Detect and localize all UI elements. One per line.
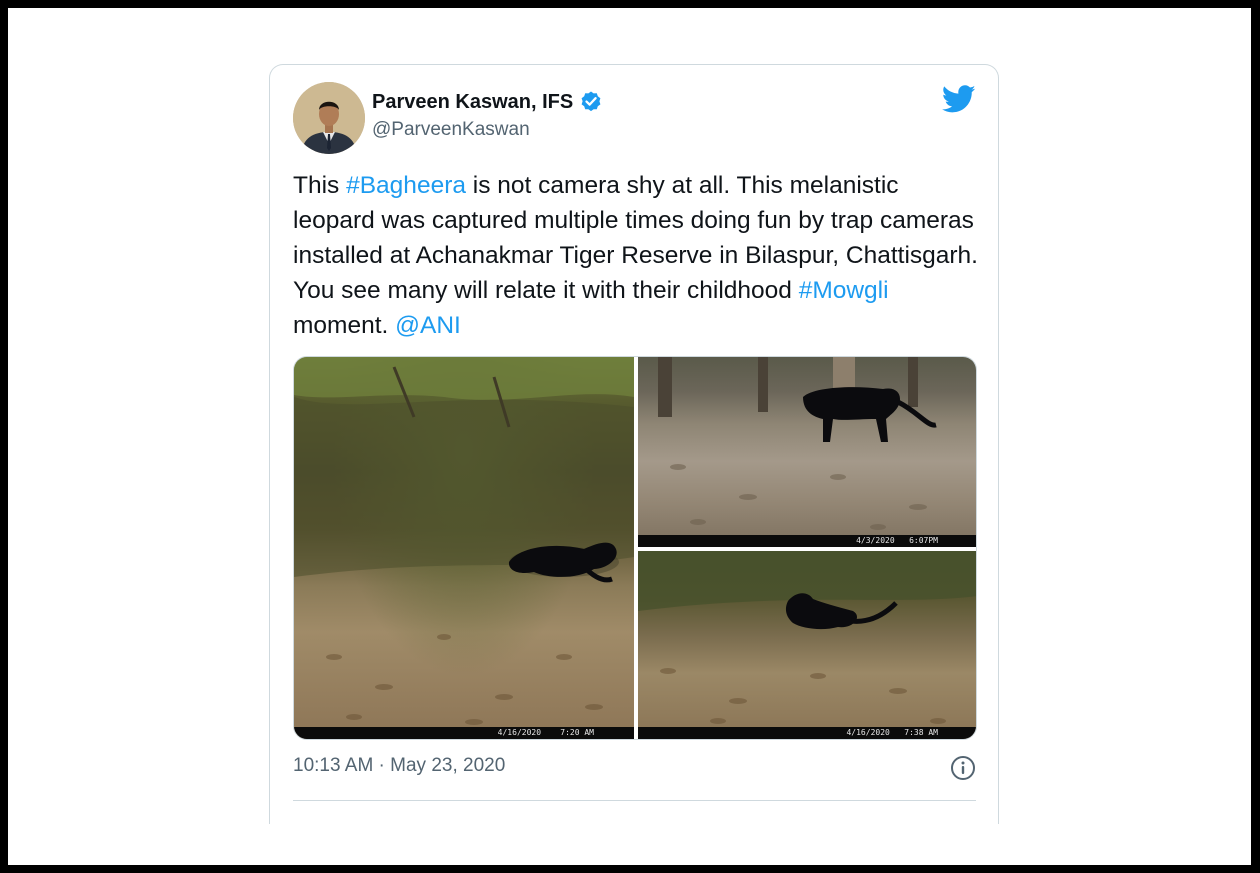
screenshot-frame: Parveen Kaswan, IFS @ParveenKaswan This … <box>8 8 1251 865</box>
camera-timestamp: 4/3/2020 6:07PM <box>638 535 976 547</box>
tweet-timestamp[interactable]: 10:13 AM · May 23, 2020 <box>293 755 505 777</box>
media-grid: 4/16/2020 7:20 AM 4/3/2020 6:07PM 4/16/2… <box>293 356 977 740</box>
tweet-text-segment: This <box>293 172 347 199</box>
leopard-photo-left[interactable]: 4/16/2020 7:20 AM <box>294 357 634 739</box>
divider <box>293 800 976 801</box>
info-icon[interactable] <box>950 755 976 781</box>
author-name[interactable]: Parveen Kaswan, IFS <box>372 91 573 114</box>
camera-timestamp: 4/16/2020 7:38 AM <box>638 727 976 739</box>
leopard-photo-top-right[interactable]: 4/3/2020 6:07PM <box>638 357 976 547</box>
hashtag-mowgli-link[interactable]: #Mowgli <box>799 277 889 304</box>
verified-badge-icon <box>579 90 603 114</box>
author-name-row: Parveen Kaswan, IFS <box>372 89 603 115</box>
hashtag-bagheera-link[interactable]: #Bagheera <box>346 172 466 199</box>
twitter-bird-icon[interactable] <box>941 85 976 115</box>
avatar[interactable] <box>293 82 365 154</box>
mention-ani-link[interactable]: @ANI <box>395 312 461 339</box>
tweet-card[interactable]: Parveen Kaswan, IFS @ParveenKaswan This … <box>269 64 999 824</box>
leopard-photo-bottom-right[interactable]: 4/16/2020 7:38 AM <box>638 551 976 739</box>
camera-timestamp: 4/16/2020 7:20 AM <box>294 727 634 739</box>
author-block: Parveen Kaswan, IFS @ParveenKaswan <box>372 89 603 141</box>
tweet-text-segment: moment. <box>293 312 396 339</box>
tweet-text: This #Bagheera is not camera shy at all.… <box>293 168 983 343</box>
author-handle[interactable]: @ParveenKaswan <box>372 119 603 141</box>
